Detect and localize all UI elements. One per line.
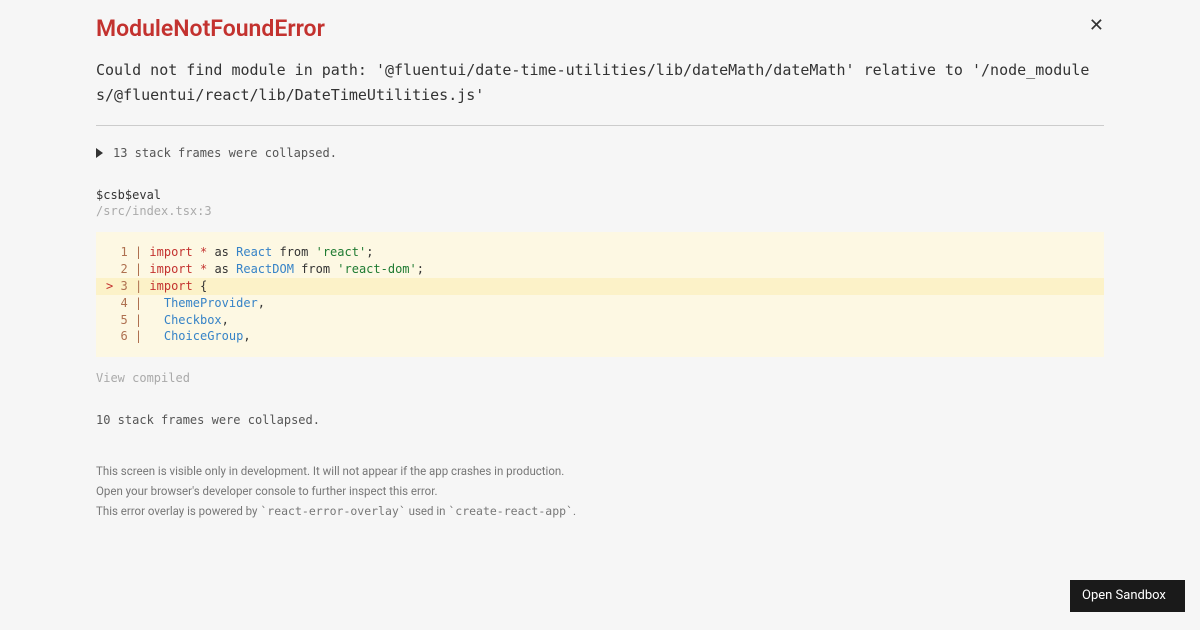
code-line: > 3 | import { <box>96 278 1104 295</box>
code-block: 1 | import * as React from 'react'; 2 | … <box>96 232 1104 357</box>
error-title: ModuleNotFoundError <box>96 14 325 44</box>
code-line: 5 | Checkbox, <box>106 312 1094 329</box>
divider <box>96 125 1104 126</box>
frame-path: /src/index.tsx:3 <box>96 204 1104 218</box>
collapse-frames-1[interactable]: 13 stack frames were collapsed. <box>96 146 1104 160</box>
code-line: 2 | import * as ReactDOM from 'react-dom… <box>106 261 1094 278</box>
code-line: 1 | import * as React from 'react'; <box>106 244 1094 261</box>
error-message: Could not find module in path: '@fluentu… <box>96 58 1104 108</box>
code-line: 4 | ThemeProvider, <box>106 295 1094 312</box>
open-sandbox-button[interactable]: Open Sandbox <box>1070 580 1185 612</box>
collapse-frames-2[interactable]: 10 stack frames were collapsed. <box>96 413 1104 427</box>
footer-line-3: This error overlay is powered by `react-… <box>96 503 1104 519</box>
close-button[interactable]: ✕ <box>1089 14 1104 34</box>
view-compiled-link[interactable]: View compiled <box>96 371 1104 385</box>
collapse-frames-2-label: 10 stack frames were collapsed. <box>96 413 320 427</box>
footer-notes: This screen is visible only in developme… <box>96 463 1104 519</box>
code-line: 6 | ChoiceGroup, <box>106 328 1094 345</box>
footer-line-2: Open your browser's developer console to… <box>96 483 1104 499</box>
footer-line-1: This screen is visible only in developme… <box>96 463 1104 479</box>
frame-name: $csb$eval <box>96 188 1104 202</box>
collapse-frames-1-label: 13 stack frames were collapsed. <box>113 146 337 160</box>
chevron-right-icon <box>96 148 103 158</box>
